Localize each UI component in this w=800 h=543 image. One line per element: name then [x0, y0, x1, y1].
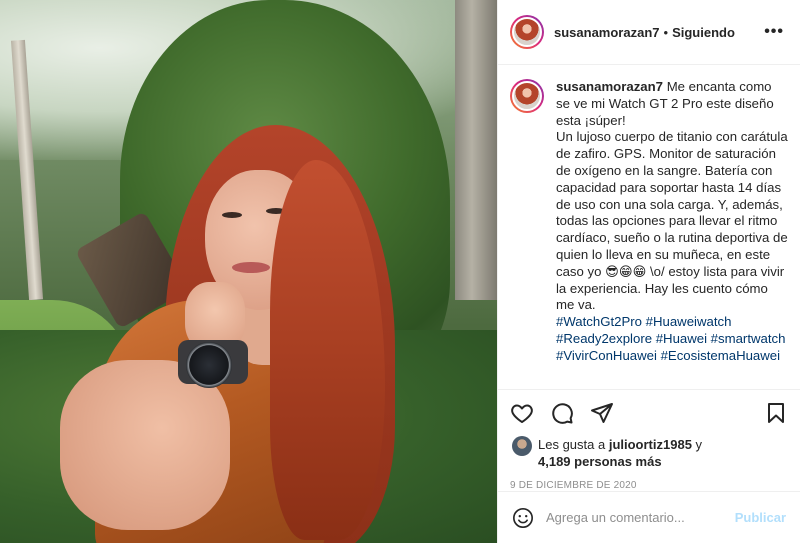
bookmark-icon[interactable]: [764, 401, 788, 425]
post-date[interactable]: 9 DE DICIEMBRE DE 2020: [498, 470, 800, 491]
comment-icon[interactable]: [550, 401, 574, 425]
background-tree-trunk-right: [455, 0, 497, 300]
smiley-icon[interactable]: [512, 507, 534, 529]
likes-text: Les gusta a julioortiz1985 y 4,189 perso…: [538, 436, 702, 470]
liker-username[interactable]: julioortiz1985: [609, 437, 692, 452]
post-caption: susanamorazan7 Me encanta como se ve mi …: [556, 79, 788, 389]
post-actions: [498, 390, 800, 436]
smartwatch-face: [186, 342, 232, 388]
woman-eye-left: [222, 212, 242, 218]
likes-conjunction: y: [695, 437, 703, 452]
woman-lips: [232, 262, 270, 273]
comment-input[interactable]: [546, 510, 729, 525]
heart-icon[interactable]: [510, 401, 534, 425]
publish-button[interactable]: Publicar: [735, 510, 786, 525]
likes-count[interactable]: 4,189 personas más: [538, 454, 662, 469]
caption-hashtags[interactable]: #WatchGt2Pro #Huaweiwatch #Ready2explore…: [556, 314, 785, 363]
liker-avatar[interactable]: [512, 436, 532, 456]
comment-bar: Publicar: [498, 491, 800, 543]
author-avatar[interactable]: [510, 15, 544, 49]
author-username[interactable]: susanamorazan7: [554, 25, 660, 40]
caption-author-avatar[interactable]: [510, 79, 544, 113]
instagram-post: susanamorazan7 • Siguiendo ••• susanamor…: [0, 0, 800, 543]
caption-area: susanamorazan7 Me encanta como se ve mi …: [498, 65, 800, 390]
caption-text: Me encanta como se ve mi Watch GT 2 Pro …: [556, 79, 788, 313]
likes-prefix: Les gusta a: [538, 437, 606, 452]
post-side-panel: susanamorazan7 • Siguiendo ••• susanamor…: [497, 0, 800, 543]
header-separator: •: [663, 24, 669, 40]
likes-summary: Les gusta a julioortiz1985 y 4,189 perso…: [498, 436, 800, 470]
more-options-icon[interactable]: •••: [764, 23, 784, 41]
paper-plane-icon[interactable]: [590, 401, 614, 425]
follow-status-button[interactable]: Siguiendo: [672, 25, 735, 40]
post-header: susanamorazan7 • Siguiendo •••: [498, 0, 800, 65]
caption-username[interactable]: susanamorazan7: [556, 79, 663, 94]
post-photo[interactable]: [0, 0, 497, 543]
